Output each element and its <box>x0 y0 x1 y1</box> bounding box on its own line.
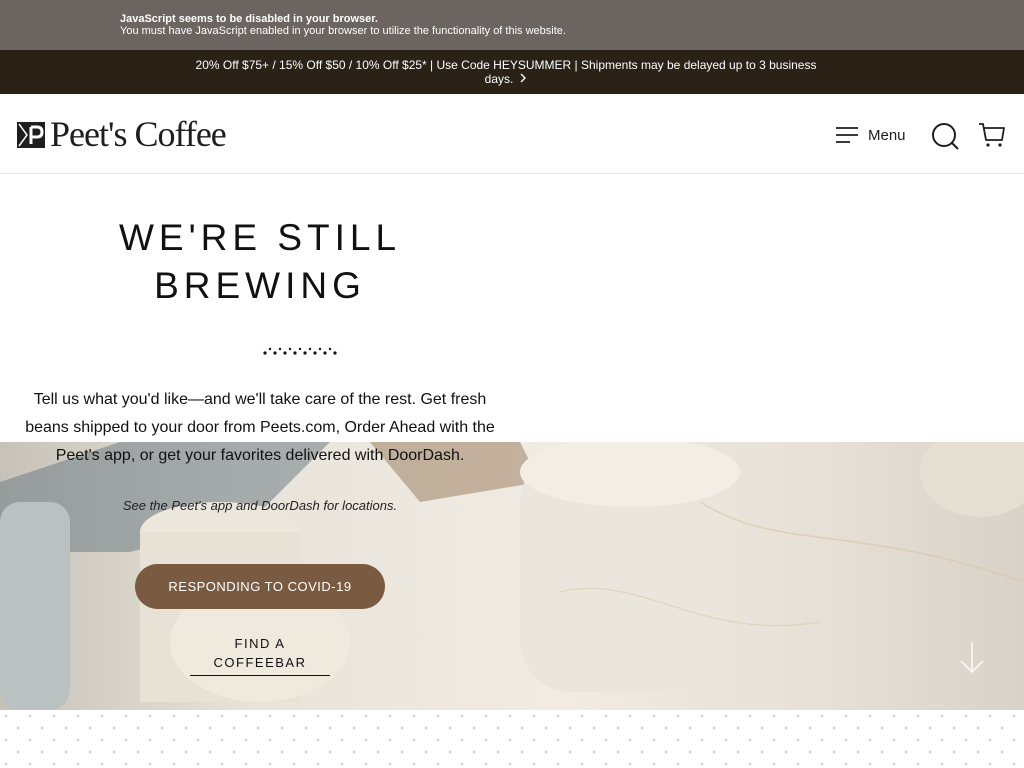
cart-icon <box>979 123 1005 147</box>
logo-wordmark: Peet's Coffee <box>50 114 227 154</box>
promo-banner[interactable]: 20% Off $75+ / 15% Off $50 / 10% Off $25… <box>0 50 1024 94</box>
hero-body-text: Tell us what you'd like—and we'll take c… <box>25 391 495 464</box>
covid-response-button[interactable]: RESPONDING TO COVID-19 <box>135 564 385 609</box>
peets-logo[interactable]: Peet's Coffee <box>17 114 227 154</box>
find-coffeebar-link[interactable]: FIND A COFFEEBAR <box>190 634 330 676</box>
javascript-disabled-banner: JavaScript seems to be disabled in your … <box>0 0 1024 50</box>
noscript-title: JavaScript seems to be disabled in your … <box>120 13 378 25</box>
site-header: Peet's Coffee Menu <box>0 94 1024 174</box>
search-icon <box>932 123 959 150</box>
peets-p-mark-icon <box>17 122 45 148</box>
page-title: WE'RE STILL BREWING <box>118 217 402 306</box>
search-button[interactable] <box>930 121 960 151</box>
decorative-pattern-strip <box>0 710 1024 768</box>
locations-note: See the Peet's app and DoorDash for loca… <box>122 498 398 513</box>
noscript-message: You must have JavaScript enabled in your… <box>120 25 566 37</box>
hamburger-icon <box>836 127 858 143</box>
menu-button[interactable]: Menu <box>836 122 906 148</box>
cart-button[interactable] <box>977 120 1007 150</box>
menu-label: Menu <box>868 126 906 144</box>
promo-text[interactable]: 20% Off $75+ / 15% Off $50 / 10% Off $25… <box>196 58 817 86</box>
chevron-right-icon[interactable] <box>519 72 527 86</box>
decorative-dots-divider <box>263 347 337 355</box>
scroll-down-arrow-icon[interactable] <box>958 640 986 676</box>
